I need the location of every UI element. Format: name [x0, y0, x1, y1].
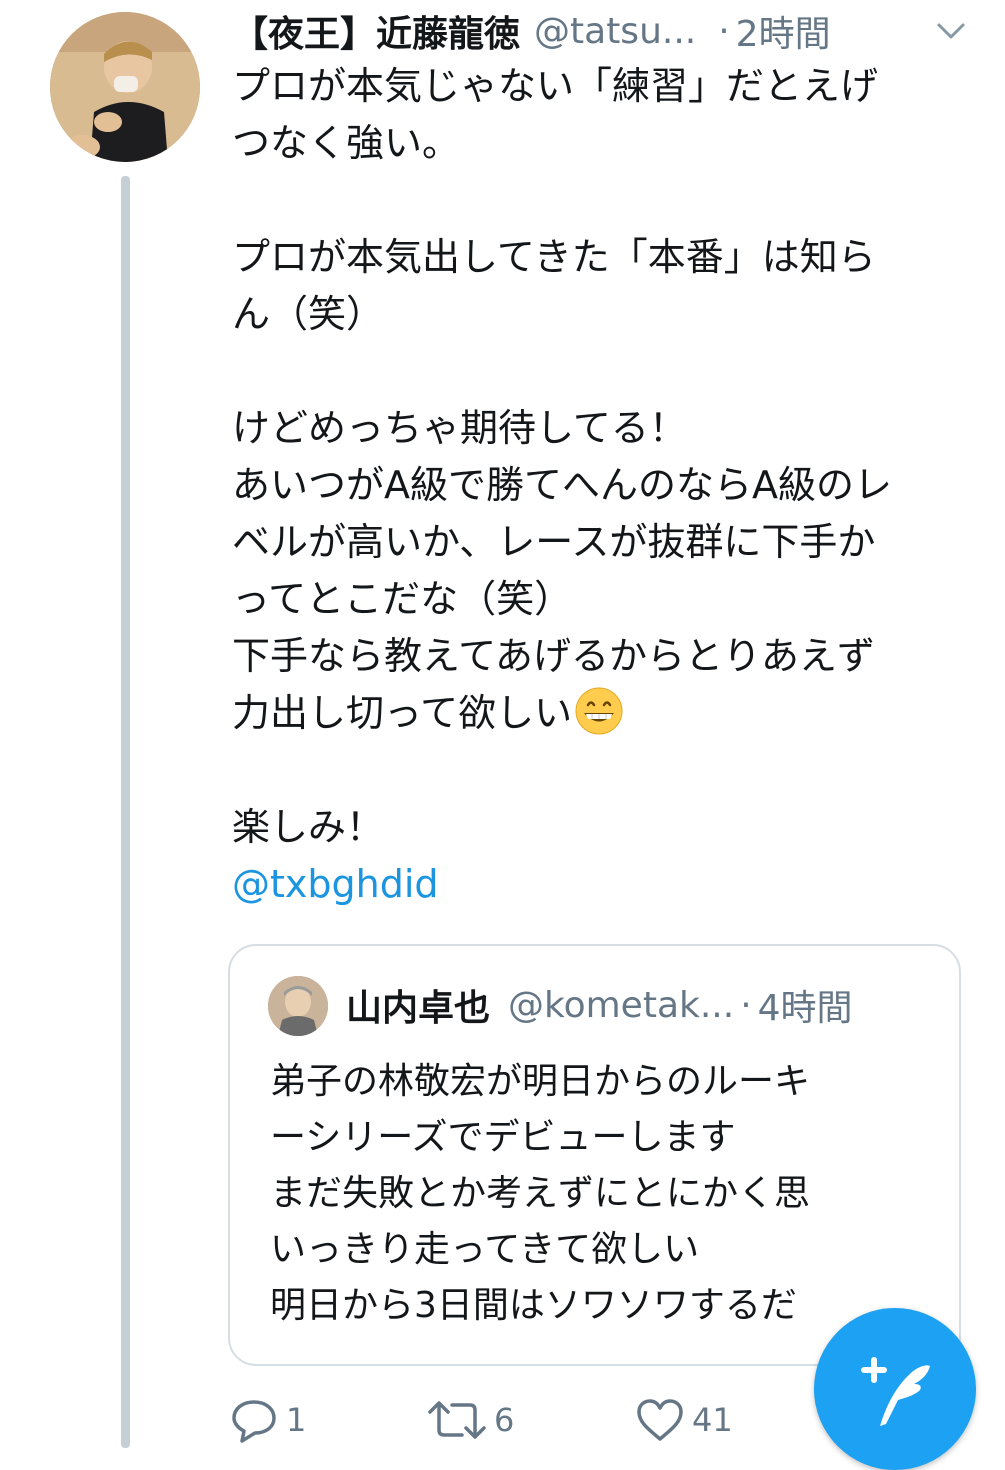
retweet-button[interactable]: 6 — [426, 1394, 514, 1446]
quoted-tweet-text: 弟子の林敬宏が明日からのルーキ ーシリーズでデビューします まだ失敗とか考えずに… — [270, 1054, 930, 1334]
tweet-header: 【夜王】近藤龍徳 @tatsu... · 2時間 — [232, 6, 972, 56]
tweet-line: あいつがA級で勝てへんのならA級のレ — [232, 463, 892, 507]
tweet-line: プロが本気じゃない「練習」だとえげ — [232, 64, 879, 108]
compose-tweet-icon — [861, 1357, 930, 1426]
quoted-header-separator: · — [740, 984, 752, 1026]
quoted-tweet-line: 明日から3日間はソワソワするだ — [270, 1285, 797, 1326]
line-break — [232, 742, 962, 799]
tweet-line: けどめっちゃ期待してる！ — [232, 406, 687, 450]
quoted-tweet-line: 弟子の林敬宏が明日からのルーキ — [270, 1061, 811, 1102]
quoted-avatar-image — [268, 976, 328, 1036]
line-break — [232, 343, 962, 400]
tweet-line: ん（笑） — [232, 292, 385, 336]
mention-link[interactable]: @txbghdid — [232, 856, 962, 913]
tweet-line: 楽しみ！ — [232, 805, 385, 849]
author-handle[interactable]: @tatsu... — [534, 11, 696, 52]
chevron-down-icon[interactable] — [936, 20, 966, 42]
quoted-tweet-line: いっきり走ってきて欲しい — [270, 1229, 700, 1270]
tweet-line: 力出し切って欲しい — [232, 691, 573, 735]
compose-tweet-button[interactable] — [814, 1308, 976, 1470]
quoted-tweet-line: ーシリーズでデビューします — [270, 1117, 736, 1158]
quoted-author-name[interactable]: 山内卓也 — [346, 979, 490, 1031]
reply-icon — [232, 1400, 276, 1443]
tweet-time[interactable]: 2時間 — [736, 5, 831, 57]
retweet-icon — [428, 1401, 486, 1439]
like-count: 41 — [692, 1401, 733, 1439]
quoted-tweet-time[interactable]: 4時間 — [758, 979, 853, 1031]
quoted-tweet-header: 山内卓也 @kometak... · 4時間 — [346, 980, 853, 1030]
tweet-line: ベルが高いか、レースが抜群に下手か — [232, 520, 876, 564]
author-avatar[interactable] — [50, 12, 200, 162]
tweet-line: 下手なら教えてあげるからとりあえず — [232, 634, 875, 678]
like-button[interactable]: 41 — [634, 1394, 733, 1446]
tweet-line-with-emoji: 力出し切って欲しい — [232, 685, 962, 742]
retweet-count: 6 — [494, 1401, 515, 1439]
avatar-image — [50, 12, 200, 162]
quoted-tweet-card[interactable]: 山内卓也 @kometak... · 4時間 弟子の林敬宏が明日からのルーキ ー… — [228, 944, 961, 1366]
reply-button[interactable]: 1 — [228, 1394, 306, 1446]
thread-connector-line — [121, 176, 130, 1448]
reply-count: 1 — [286, 1401, 307, 1439]
tweet-text: プロが本気じゃない「練習」だとえげ つなく強い。 プロが本気出してきた「本番」は… — [232, 58, 962, 913]
tweet-actions-bar: 1 6 41 — [228, 1394, 788, 1446]
tweet-line: プロが本気出してきた「本番」は知ら — [232, 235, 876, 279]
quoted-author-avatar[interactable] — [268, 976, 328, 1036]
quoted-author-handle[interactable]: @kometak... — [508, 985, 734, 1026]
tweet-line: つなく強い。 — [232, 121, 461, 165]
header-separator: · — [718, 10, 730, 52]
quoted-tweet-line: まだ失敗とか考えずにとにかく思 — [270, 1173, 811, 1214]
tweet-line: ってとこだな（笑） — [232, 577, 573, 621]
line-break — [232, 172, 962, 229]
author-name[interactable]: 【夜王】近藤龍徳 — [232, 5, 520, 57]
grinning-face-emoji — [575, 687, 623, 735]
heart-icon — [637, 1399, 683, 1441]
